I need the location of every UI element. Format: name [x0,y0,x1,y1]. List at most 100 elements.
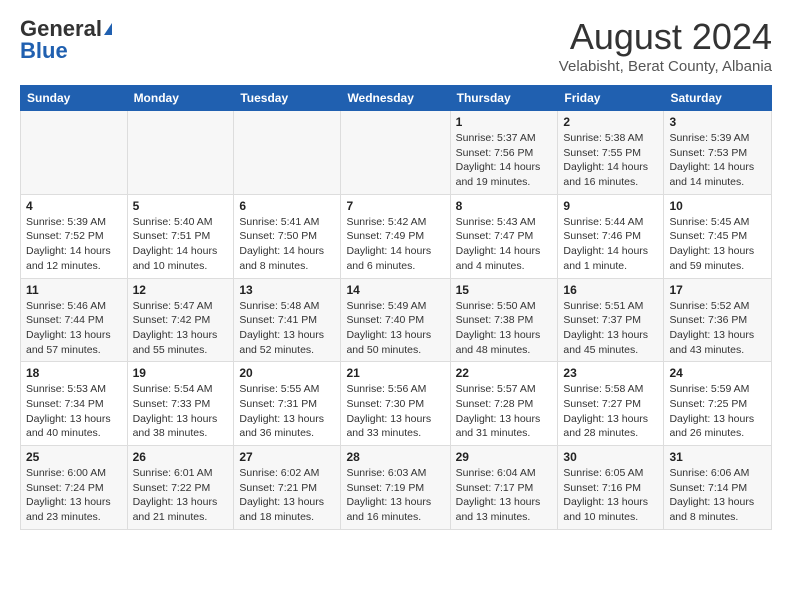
day-number: 4 [26,199,122,213]
day-number: 6 [239,199,335,213]
day-info: Sunrise: 6:03 AM Sunset: 7:19 PM Dayligh… [346,466,444,525]
calendar-cell: 14Sunrise: 5:49 AM Sunset: 7:40 PM Dayli… [341,278,450,362]
day-number: 22 [456,366,553,380]
day-number: 14 [346,283,444,297]
day-number: 29 [456,450,553,464]
calendar-cell: 8 Sunrise: 5:43 AM Sunset: 7:47 PM Daylig… [450,194,558,278]
day-number: 18 [26,366,122,380]
weekday-header-monday: Monday [127,86,234,111]
calendar-cell: 9 Sunrise: 5:44 AM Sunset: 7:46 PM Daylig… [558,194,664,278]
calendar-cell: 17 Sunrise: 5:52 AM Sunset: 7:36 PM Dayli… [664,278,772,362]
calendar-cell: 24 Sunrise: 5:59 AM Sunset: 7:25 PM Dayli… [664,362,772,446]
day-number: 10 [669,199,766,213]
weekday-header-wednesday: Wednesday [341,86,450,111]
calendar-cell: 30 Sunrise: 6:05 AM Sunset: 7:16 PM Dayli… [558,446,664,530]
day-info: Sunrise: 5:57 AM Sunset: 7:28 PM Dayligh… [456,382,553,441]
calendar-cell: 20Sunrise: 5:55 AM Sunset: 7:31 PM Dayli… [234,362,341,446]
calendar-table: SundayMondayTuesdayWednesdayThursdayFrid… [20,85,772,530]
logo: General Blue [20,16,112,64]
calendar-cell: 13 Sunrise: 5:48 AM Sunset: 7:41 PM Dayli… [234,278,341,362]
calendar-cell: 2 Sunrise: 5:38 AM Sunset: 7:55 PM Daylig… [558,111,664,195]
day-info: Sunrise: 6:02 AM Sunset: 7:21 PM Dayligh… [239,466,335,525]
calendar-cell: 22 Sunrise: 5:57 AM Sunset: 7:28 PM Dayli… [450,362,558,446]
logo-triangle-icon [104,23,112,35]
day-number: 9 [563,199,658,213]
weekday-header-saturday: Saturday [664,86,772,111]
day-number: 17 [669,283,766,297]
day-info: Sunrise: 6:05 AM Sunset: 7:16 PM Dayligh… [563,466,658,525]
day-number: 8 [456,199,553,213]
calendar-cell [127,111,234,195]
calendar-cell: 12 Sunrise: 5:47 AM Sunset: 7:42 PM Dayli… [127,278,234,362]
day-number: 26 [133,450,229,464]
calendar-cell: 6 Sunrise: 5:41 AM Sunset: 7:50 PM Daylig… [234,194,341,278]
weekday-header-friday: Friday [558,86,664,111]
day-info: Sunrise: 5:51 AM Sunset: 7:37 PM Dayligh… [563,299,658,358]
day-info: Sunrise: 5:39 AM Sunset: 7:52 PM Dayligh… [26,215,122,274]
day-number: 2 [563,115,658,129]
calendar-cell: 4 Sunrise: 5:39 AM Sunset: 7:52 PM Daylig… [21,194,128,278]
day-number: 25 [26,450,122,464]
day-number: 28 [346,450,444,464]
day-info: Sunrise: 5:50 AM Sunset: 7:38 PM Dayligh… [456,299,553,358]
day-info: Sunrise: 5:58 AM Sunset: 7:27 PM Dayligh… [563,382,658,441]
day-number: 16 [563,283,658,297]
day-info: Sunrise: 6:01 AM Sunset: 7:22 PM Dayligh… [133,466,229,525]
day-info: Sunrise: 5:38 AM Sunset: 7:55 PM Dayligh… [563,131,658,190]
calendar-cell: 29 Sunrise: 6:04 AM Sunset: 7:17 PM Dayli… [450,446,558,530]
day-number: 11 [26,283,122,297]
day-number: 5 [133,199,229,213]
calendar-cell: 5Sunrise: 5:40 AM Sunset: 7:51 PM Daylig… [127,194,234,278]
day-info: Sunrise: 6:04 AM Sunset: 7:17 PM Dayligh… [456,466,553,525]
day-info: Sunrise: 6:06 AM Sunset: 7:14 PM Dayligh… [669,466,766,525]
calendar-cell: 31 Sunrise: 6:06 AM Sunset: 7:14 PM Dayli… [664,446,772,530]
calendar-cell: 7 Sunrise: 5:42 AM Sunset: 7:49 PM Daylig… [341,194,450,278]
day-info: Sunrise: 5:37 AM Sunset: 7:56 PM Dayligh… [456,131,553,190]
calendar-cell: 18 Sunrise: 5:53 AM Sunset: 7:34 PM Dayli… [21,362,128,446]
day-info: Sunrise: 5:59 AM Sunset: 7:25 PM Dayligh… [669,382,766,441]
day-number: 31 [669,450,766,464]
day-number: 3 [669,115,766,129]
day-info: Sunrise: 5:41 AM Sunset: 7:50 PM Dayligh… [239,215,335,274]
day-number: 13 [239,283,335,297]
day-info: Sunrise: 5:42 AM Sunset: 7:49 PM Dayligh… [346,215,444,274]
day-number: 7 [346,199,444,213]
calendar-cell: 10 Sunrise: 5:45 AM Sunset: 7:45 PM Dayli… [664,194,772,278]
day-number: 27 [239,450,335,464]
day-info: Sunrise: 5:52 AM Sunset: 7:36 PM Dayligh… [669,299,766,358]
location-subtitle: Velabisht, Berat County, Albania [559,58,772,75]
calendar-cell: 27 Sunrise: 6:02 AM Sunset: 7:21 PM Dayli… [234,446,341,530]
day-info: Sunrise: 5:48 AM Sunset: 7:41 PM Dayligh… [239,299,335,358]
calendar-cell: 16 Sunrise: 5:51 AM Sunset: 7:37 PM Dayli… [558,278,664,362]
day-info: Sunrise: 5:43 AM Sunset: 7:47 PM Dayligh… [456,215,553,274]
page-header: General Blue August 2024 Velabisht, Bera… [20,16,772,75]
calendar-cell: 21Sunrise: 5:56 AM Sunset: 7:30 PM Dayli… [341,362,450,446]
calendar-cell: 28 Sunrise: 6:03 AM Sunset: 7:19 PM Dayli… [341,446,450,530]
calendar-cell [341,111,450,195]
logo-blue: Blue [20,38,68,64]
day-info: Sunrise: 6:00 AM Sunset: 7:24 PM Dayligh… [26,466,122,525]
weekday-header-thursday: Thursday [450,86,558,111]
calendar-cell [21,111,128,195]
day-info: Sunrise: 5:45 AM Sunset: 7:45 PM Dayligh… [669,215,766,274]
calendar-cell: 15 Sunrise: 5:50 AM Sunset: 7:38 PM Dayli… [450,278,558,362]
title-area: August 2024 Velabisht, Berat County, Alb… [559,16,772,75]
calendar-cell: 1 Sunrise: 5:37 AM Sunset: 7:56 PM Daylig… [450,111,558,195]
day-number: 1 [456,115,553,129]
calendar-cell: 23 Sunrise: 5:58 AM Sunset: 7:27 PM Dayli… [558,362,664,446]
day-number: 12 [133,283,229,297]
day-info: Sunrise: 5:47 AM Sunset: 7:42 PM Dayligh… [133,299,229,358]
day-number: 15 [456,283,553,297]
day-info: Sunrise: 5:46 AM Sunset: 7:44 PM Dayligh… [26,299,122,358]
calendar-cell: 19 Sunrise: 5:54 AM Sunset: 7:33 PM Dayli… [127,362,234,446]
day-number: 24 [669,366,766,380]
day-number: 23 [563,366,658,380]
day-number: 21 [346,366,444,380]
calendar-cell: 26 Sunrise: 6:01 AM Sunset: 7:22 PM Dayli… [127,446,234,530]
day-info: Sunrise: 5:44 AM Sunset: 7:46 PM Dayligh… [563,215,658,274]
day-number: 30 [563,450,658,464]
calendar-cell [234,111,341,195]
day-info: Sunrise: 5:53 AM Sunset: 7:34 PM Dayligh… [26,382,122,441]
day-info: Sunrise: 5:54 AM Sunset: 7:33 PM Dayligh… [133,382,229,441]
day-number: 19 [133,366,229,380]
